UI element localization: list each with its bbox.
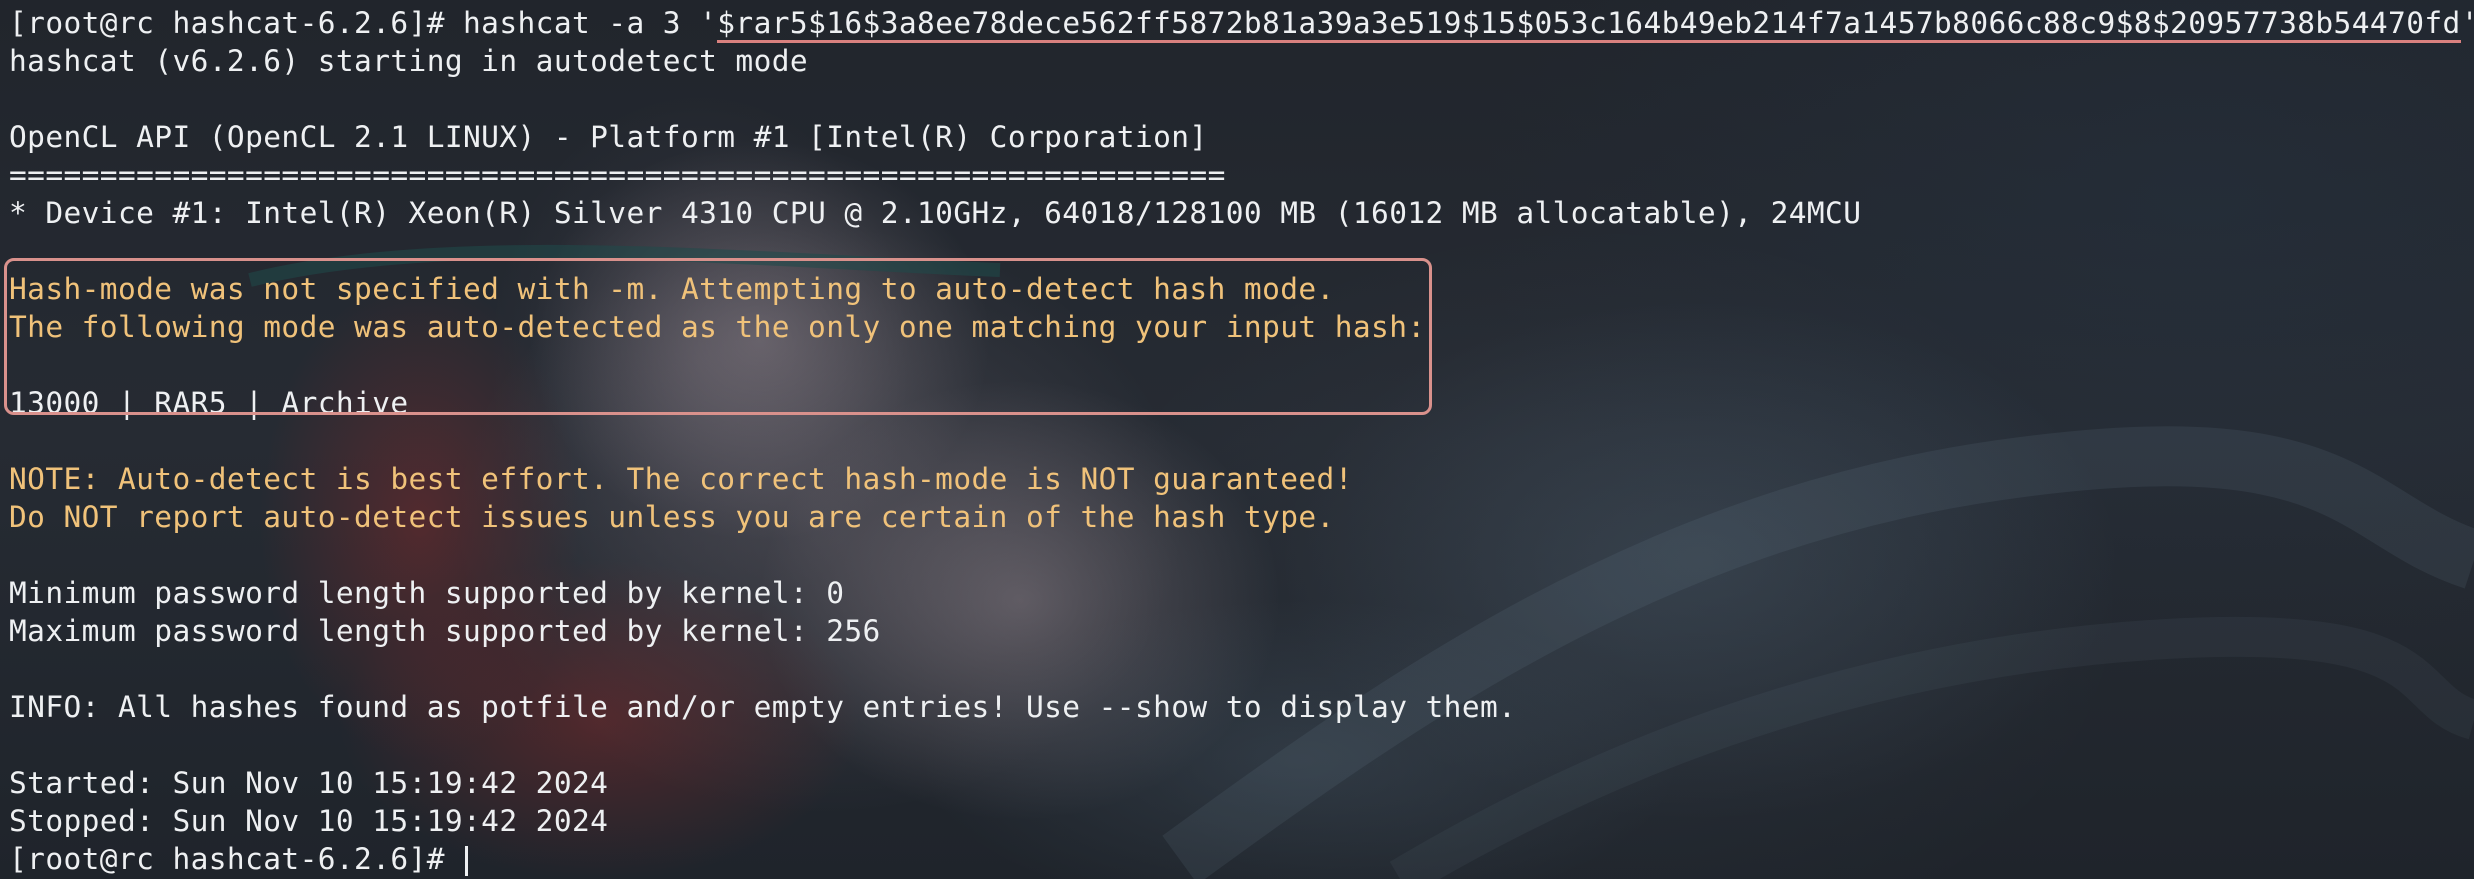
started-line: Started: Sun Nov 10 15:19:42 2024 [9, 766, 609, 800]
info-line: INFO: All hashes found as potfile and/or… [9, 690, 1517, 724]
device-line: * Device #1: Intel(R) Xeon(R) Silver 431… [9, 196, 1862, 230]
final-prompt-line[interactable]: [root@rc hashcat-6.2.6]# [9, 840, 2469, 878]
hash-argument: $rar5$16$3a8ee78dece562ff5872b81a39a3e51… [717, 6, 2461, 43]
separator-line: ========================================… [9, 158, 1226, 192]
min-password-line: Minimum password length supported by ker… [9, 576, 845, 610]
shell-prompt: [root@rc hashcat-6.2.6]# [9, 6, 464, 40]
opencl-api-line: OpenCL API (OpenCL 2.1 LINUX) - Platform… [9, 120, 1208, 154]
stopped-line: Stopped: Sun Nov 10 15:19:42 2024 [9, 804, 609, 838]
command-closing-quote: ' [2461, 6, 2474, 40]
text-cursor [465, 845, 469, 876]
command-text: hashcat -a 3 ' [463, 6, 718, 40]
terminal-window[interactable]: [root@rc hashcat-6.2.6]# hashcat -a 3 '$… [0, 0, 2474, 879]
command-line: [root@rc hashcat-6.2.6]# hashcat -a 3 '$… [9, 4, 2474, 43]
terminal-output: [root@rc hashcat-6.2.6]# hashcat -a 3 '$… [9, 4, 2474, 878]
max-password-line: Maximum password length supported by ker… [9, 614, 881, 648]
autodetect-highlight-box [4, 258, 1432, 415]
starting-line: hashcat (v6.2.6) starting in autodetect … [9, 44, 809, 78]
do-not-report-line: Do NOT report auto-detect issues unless … [9, 500, 1335, 534]
final-shell-prompt: [root@rc hashcat-6.2.6]# [9, 842, 464, 876]
note-line: NOTE: Auto-detect is best effort. The co… [9, 462, 1353, 496]
